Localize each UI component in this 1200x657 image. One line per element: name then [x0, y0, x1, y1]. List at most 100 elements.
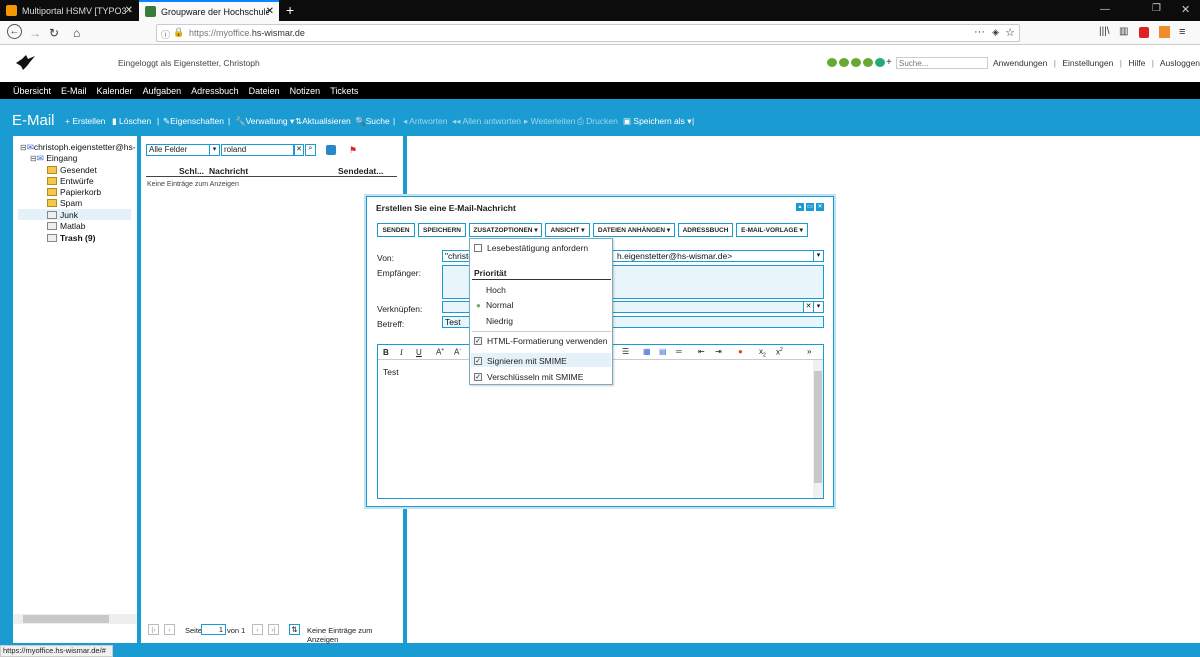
editor-body[interactable]: Test — [383, 367, 399, 377]
search-input[interactable] — [896, 57, 988, 69]
print-button[interactable]: ⎙ Drucken — [577, 116, 618, 127]
first-page-icon[interactable]: |‹ — [148, 624, 159, 635]
menu-notizen[interactable]: Notizen — [290, 86, 321, 96]
italic-icon[interactable]: I — [400, 348, 403, 357]
refresh-icon[interactable]: ⇅ — [289, 624, 300, 635]
extra-options-button[interactable]: ZUSATZOPTIONEN ▾ — [469, 223, 542, 237]
tree-folder-trash[interactable]: Trash (9) — [47, 233, 95, 243]
presence-icon[interactable] — [827, 58, 837, 67]
minimize-icon[interactable]: — — [1100, 4, 1110, 15]
maximize-icon[interactable]: ▭ — [806, 203, 814, 211]
tree-folder-junk[interactable]: Junk — [47, 210, 78, 220]
horizontal-scrollbar[interactable] — [13, 614, 137, 624]
reply-button[interactable]: ◂ Antworten — [403, 116, 447, 127]
search-button[interactable]: 🔍Suche — [355, 116, 390, 127]
close-icon[interactable]: ✕ — [125, 5, 133, 16]
ublock-icon[interactable] — [1139, 27, 1149, 38]
window-close-icon[interactable]: ✕ — [1181, 3, 1190, 16]
tree-inbox[interactable]: ⊟✉ Eingang — [30, 153, 77, 164]
restore-icon[interactable]: ❐ — [1152, 3, 1161, 14]
refresh-button[interactable]: ⇅Aktualisieren — [295, 116, 351, 127]
bold-icon[interactable]: B — [383, 348, 389, 357]
clear-icon[interactable]: ✕ — [803, 302, 813, 312]
address-book-button[interactable]: ADRESSBUCH — [678, 223, 733, 237]
home-icon[interactable]: ⌂ — [73, 26, 80, 40]
menu-html-format[interactable]: ✓ HTML-Formatierung verwenden — [474, 336, 607, 346]
link-ausloggen[interactable]: Ausloggen — [1160, 58, 1200, 68]
font-size-icon[interactable]: A+ — [436, 347, 444, 357]
checkbox[interactable] — [474, 244, 482, 252]
properties-button[interactable]: ✎Eigenschaften — [163, 116, 224, 127]
tree-folder-matlab[interactable]: Matlab — [47, 221, 86, 231]
save-draft-button[interactable]: SPEICHERN — [418, 223, 466, 237]
back-icon[interactable]: ← — [7, 24, 22, 39]
more-tools-icon[interactable]: » — [807, 347, 811, 356]
filter-search-input[interactable]: roland — [221, 144, 294, 156]
reply-all-button[interactable]: ◂◂ Allen antworten — [452, 116, 521, 127]
link-einstellungen[interactable]: Einstellungen — [1062, 58, 1113, 68]
last-page-icon[interactable]: ›| — [268, 624, 279, 635]
tree-folder-gesendet[interactable]: Gesendet — [47, 165, 97, 175]
bookmark-star-icon[interactable]: ☆ — [1005, 26, 1015, 39]
new-tab-icon[interactable]: + — [286, 2, 294, 18]
url-bar[interactable]: ⓘ 🔒 https://myoffice. hs-wismar.de ··· ◈ … — [156, 24, 1020, 42]
filter-field-select[interactable]: Alle Felder ▾ — [146, 144, 220, 156]
presence-icon[interactable] — [863, 58, 873, 67]
column-key[interactable]: Schl... — [179, 166, 204, 176]
delete-button[interactable]: ▮ Löschen — [112, 116, 151, 127]
column-message[interactable]: Nachricht — [209, 166, 248, 176]
forward-button[interactable]: ▸ Weiterleiten — [524, 116, 575, 127]
email-template-button[interactable]: E-MAIL-VORLAGE ▾ — [736, 223, 808, 237]
attach-files-button[interactable]: DATEIEN ANHÄNGEN ▾ — [593, 223, 675, 237]
rule-icon[interactable]: ═ — [676, 347, 682, 356]
list-icon[interactable]: ☰ — [622, 347, 629, 356]
subscript-icon[interactable]: x2 — [759, 347, 766, 359]
menu-dateien[interactable]: Dateien — [249, 86, 280, 96]
flag-icon[interactable]: ⚑ — [349, 145, 357, 156]
checkbox-checked[interactable]: ✓ — [474, 357, 482, 365]
chevron-down-icon[interactable]: ▾ — [813, 302, 823, 312]
checkbox-checked[interactable]: ✓ — [474, 373, 482, 381]
scrollbar-thumb[interactable] — [814, 371, 822, 483]
priority-normal[interactable]: Normal — [486, 300, 513, 310]
menu-aufgaben[interactable]: Aufgaben — [143, 86, 182, 96]
outdent-icon[interactable]: ⇤ — [698, 347, 705, 356]
superscript-icon[interactable]: x2 — [776, 347, 783, 357]
collapse-icon[interactable]: ⊟ — [20, 143, 27, 152]
indent-icon[interactable]: ⇥ — [715, 347, 722, 356]
tree-account[interactable]: ⊟✉christoph.eigenstetter@hs- — [20, 142, 136, 153]
link-hilfe[interactable]: Hilfe — [1128, 58, 1145, 68]
browser-tab-multiportal[interactable]: Multiportal HSMV [TYPO3 CMS... ✕ — [0, 0, 138, 21]
save-as-button[interactable]: ▣ Speichern als ▾ — [623, 116, 692, 127]
next-page-icon[interactable]: › — [252, 624, 263, 635]
important-icon[interactable]: ● — [738, 347, 743, 356]
view-button[interactable]: ANSICHT ▾ — [545, 223, 590, 237]
tree-folder-entwuerfe[interactable]: Entwürfe — [47, 176, 94, 186]
more-icon[interactable]: ··· — [974, 26, 985, 38]
presence-icon[interactable] — [875, 58, 885, 67]
checkbox-checked[interactable]: ✓ — [474, 337, 482, 345]
menu-kalender[interactable]: Kalender — [97, 86, 133, 96]
menu-sign-smime[interactable]: ✓ Signieren mit SMIME — [474, 356, 567, 366]
forward-icon[interactable]: → — [29, 26, 41, 40]
pocket-icon[interactable]: ◈ — [992, 27, 999, 38]
menu-email[interactable]: E-Mail — [61, 86, 87, 96]
chevron-down-icon[interactable]: ▾ — [813, 251, 823, 261]
image-icon[interactable]: ▦ — [643, 347, 651, 356]
close-icon[interactable]: ✕ — [816, 203, 824, 211]
create-button[interactable]: + Erstellen — [65, 116, 105, 126]
menu-read-receipt[interactable]: Lesebestätigung anfordern — [474, 243, 588, 253]
presence-icon[interactable] — [851, 58, 861, 67]
reload-icon[interactable]: ↻ — [49, 26, 59, 40]
menu-adressbuch[interactable]: Adressbuch — [191, 86, 239, 96]
add-icon[interactable]: + — [886, 57, 892, 68]
tree-folder-papierkorb[interactable]: Papierkorb — [47, 187, 101, 197]
chevron-down-icon[interactable]: ▾ — [209, 145, 219, 155]
collapse-icon[interactable]: ▴ — [796, 203, 804, 211]
search-icon[interactable]: ⌕ — [305, 144, 316, 156]
editor-scrollbar[interactable] — [813, 360, 823, 498]
presence-icon[interactable] — [839, 58, 849, 67]
priority-low[interactable]: Niedrig — [486, 316, 513, 326]
library-icon[interactable]: |||\ — [1099, 26, 1110, 37]
link-anwendungen[interactable]: Anwendungen — [993, 58, 1047, 68]
